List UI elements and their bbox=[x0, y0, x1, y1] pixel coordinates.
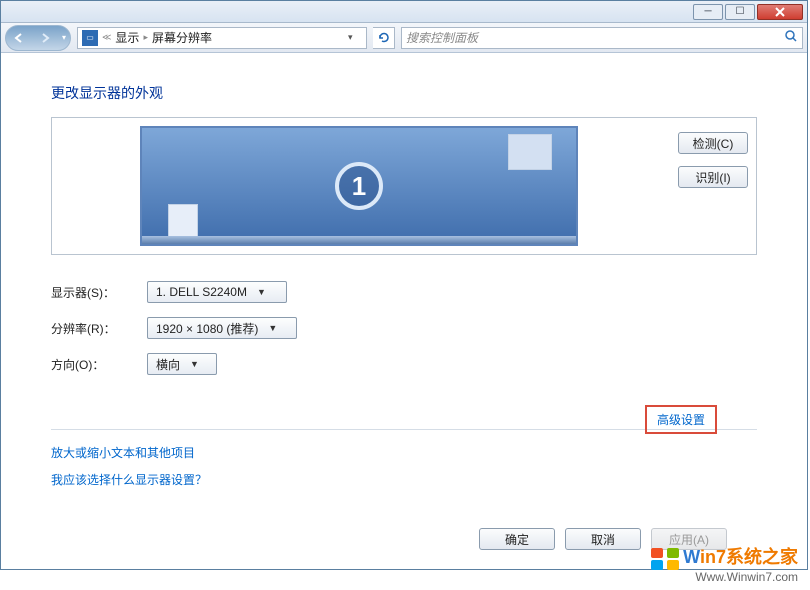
preview-side-buttons: 检测(C) 识别(I) bbox=[678, 126, 748, 246]
search-input[interactable]: 搜索控制面板 bbox=[401, 27, 803, 49]
arrow-right-icon bbox=[39, 32, 51, 44]
monitor-value: 1. DELL S2240M bbox=[156, 285, 247, 299]
chevron-down-icon: ▼ bbox=[268, 323, 277, 333]
maximize-button[interactable]: ☐ bbox=[725, 4, 755, 20]
orientation-label: 方向(O)： bbox=[51, 356, 129, 373]
monitor-row: 显示器(S)： 1. DELL S2240M ▼ bbox=[51, 281, 757, 303]
breadcrumb[interactable]: ▭ ≪ 显示 ▸ 屏幕分辨率 ▾ bbox=[77, 27, 367, 49]
window: ─ ☐ ▾ ▭ ≪ 显示 ▸ 屏幕分辨率 ▾ bbox=[0, 0, 808, 570]
chevron-down-icon: ▼ bbox=[190, 359, 199, 369]
orientation-row: 方向(O)： 横向 ▼ bbox=[51, 353, 757, 375]
watermark-title: Win7系统之家 bbox=[651, 547, 798, 569]
windows-flag-icon bbox=[651, 548, 679, 570]
search-placeholder: 搜索控制面板 bbox=[406, 29, 478, 46]
orientation-value: 横向 bbox=[156, 356, 180, 373]
nav-back-forward: ▾ bbox=[5, 25, 71, 51]
monitor-number-badge: 1 bbox=[335, 162, 383, 210]
refresh-button[interactable] bbox=[373, 27, 395, 49]
breadcrumb-resolution[interactable]: 屏幕分辨率 bbox=[152, 29, 212, 46]
minimize-button[interactable]: ─ bbox=[693, 4, 723, 20]
watermark: Win7系统之家 Www.Winwin7.com bbox=[651, 547, 798, 584]
cancel-button[interactable]: 取消 bbox=[565, 528, 641, 550]
nav-back-button[interactable] bbox=[6, 25, 32, 51]
content-area: 更改显示器的外观 1 检测(C) 识别(I) 显示器(S)： 1. DELL S… bbox=[1, 53, 807, 570]
watermark-url: Www.Winwin7.com bbox=[651, 570, 798, 584]
advanced-settings-link[interactable]: 高级设置 bbox=[657, 413, 705, 427]
control-panel-icon: ▭ bbox=[82, 30, 98, 46]
resolution-row: 分辨率(R)： 1920 × 1080 (推荐) ▼ bbox=[51, 317, 757, 339]
detect-button[interactable]: 检测(C) bbox=[678, 132, 748, 154]
ok-button[interactable]: 确定 bbox=[479, 528, 555, 550]
advanced-settings-highlight: 高级设置 bbox=[645, 405, 717, 434]
breadcrumb-dropdown[interactable]: ▾ bbox=[348, 32, 362, 43]
which-settings-link[interactable]: 我应该选择什么显示器设置？ bbox=[51, 471, 757, 488]
close-icon bbox=[775, 7, 785, 17]
page-title: 更改显示器的外观 bbox=[51, 83, 757, 103]
search-icon bbox=[784, 29, 798, 46]
titlebar: ─ ☐ bbox=[1, 1, 807, 23]
monitor-preview[interactable]: 1 bbox=[140, 126, 578, 246]
monitor-select[interactable]: 1. DELL S2240M ▼ bbox=[147, 281, 287, 303]
resolution-value: 1920 × 1080 (推荐) bbox=[156, 320, 258, 337]
close-button[interactable] bbox=[757, 4, 803, 20]
breadcrumb-display[interactable]: 显示 bbox=[115, 29, 139, 46]
refresh-icon bbox=[377, 31, 391, 45]
text-scaling-link[interactable]: 放大或缩小文本和其他项目 bbox=[51, 444, 757, 461]
nav-history-dropdown[interactable]: ▾ bbox=[58, 33, 70, 42]
navbar: ▾ ▭ ≪ 显示 ▸ 屏幕分辨率 ▾ 搜索控制面板 bbox=[1, 23, 807, 53]
arrow-left-icon bbox=[13, 32, 25, 44]
orientation-select[interactable]: 横向 ▼ bbox=[147, 353, 217, 375]
identify-button[interactable]: 识别(I) bbox=[678, 166, 748, 188]
settings-form: 显示器(S)： 1. DELL S2240M ▼ 分辨率(R)： 1920 × … bbox=[51, 281, 757, 375]
chevron-right-icon: ▸ bbox=[143, 32, 148, 43]
chevron-right-icon: ≪ bbox=[102, 32, 111, 43]
resolution-label: 分辨率(R)： bbox=[51, 320, 129, 337]
maximize-icon: ☐ bbox=[736, 7, 745, 17]
preview-window-icon bbox=[508, 134, 552, 170]
preview-row: 1 检测(C) 识别(I) bbox=[51, 117, 757, 255]
nav-forward-button[interactable] bbox=[32, 25, 58, 51]
resolution-select[interactable]: 1920 × 1080 (推荐) ▼ bbox=[147, 317, 297, 339]
monitor-label: 显示器(S)： bbox=[51, 284, 129, 301]
help-links: 放大或缩小文本和其他项目 我应该选择什么显示器设置？ bbox=[51, 444, 757, 488]
preview-window-icon bbox=[168, 204, 198, 240]
chevron-down-icon: ▼ bbox=[257, 287, 266, 297]
minimize-icon: ─ bbox=[704, 7, 711, 17]
preview-taskbar-icon bbox=[142, 236, 576, 244]
